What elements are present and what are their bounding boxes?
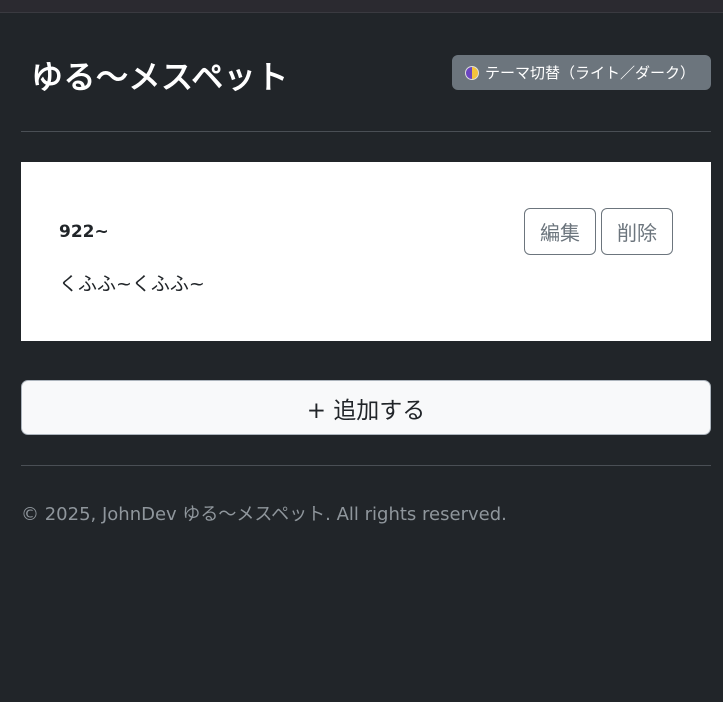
add-post-button[interactable]: + 追加する <box>21 380 711 435</box>
theme-toggle-label: テーマ切替（ライト／ダーク） <box>484 64 695 82</box>
delete-button[interactable]: 削除 <box>601 208 673 255</box>
browser-top-bar <box>0 0 723 13</box>
footer-divider <box>21 465 711 466</box>
site-title: ゆる～メスペット <box>31 58 289 96</box>
header-divider <box>21 131 711 132</box>
post-title: 922~ <box>59 222 109 242</box>
theme-toggle-button[interactable]: テーマ切替（ライト／ダーク） <box>451 55 711 90</box>
edit-button[interactable]: 編集 <box>524 208 596 255</box>
half-moon-icon <box>464 65 479 80</box>
page-header: ゆる～メスペット テーマ切替（ライト／ダーク） <box>21 44 711 102</box>
post-card: 922~ くふふ~くふふ~ 編集 削除 <box>21 162 711 341</box>
post-body: くふふ~くふふ~ <box>59 273 205 295</box>
copyright-text: © 2025, JohnDev ゆる～メスペット. All rights res… <box>21 504 507 525</box>
